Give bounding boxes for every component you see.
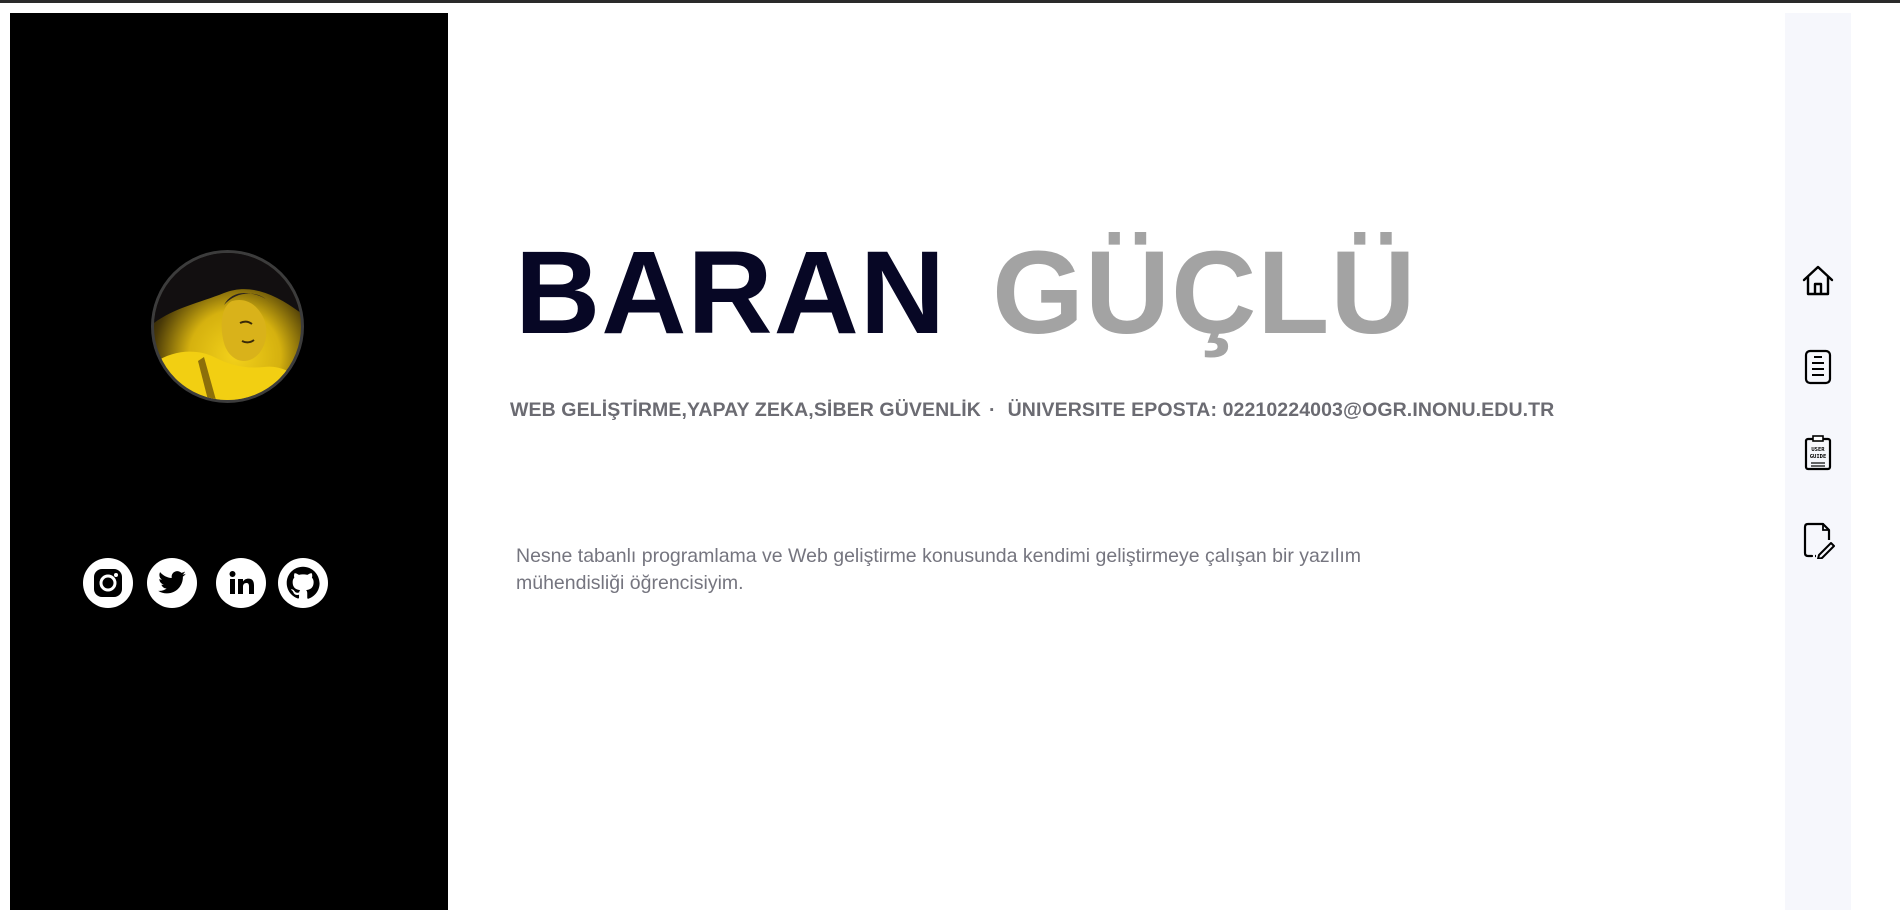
nav-home[interactable] [1798,261,1838,301]
github-icon [286,566,320,599]
nav-edit[interactable] [1798,520,1838,560]
user-guide-icon: USER GUIDE [1804,435,1832,471]
first-name: BARAN [515,227,947,359]
full-name: BARAN GÜÇLÜ [515,228,1417,358]
bio-text: Nesne tabanlı programlama ve Web gelişti… [516,545,1362,594]
tagline: WEB GELİŞTİRME,YAPAY ZEKA,SİBER GÜVENLİK… [510,399,1554,422]
avatar [151,250,304,403]
twitter-link[interactable] [147,558,197,608]
user-guide-line2: GUIDE [1810,454,1827,460]
twitter-icon [158,571,186,594]
instagram-icon [94,569,122,597]
home-icon [1802,265,1834,296]
linkedin-link[interactable] [216,558,266,608]
nav-user-guide[interactable]: USER GUIDE [1798,434,1838,474]
interests-text: WEB GELİŞTİRME,YAPAY ZEKA,SİBER GÜVENLİK [510,399,981,421]
edit-document-icon [1803,522,1835,559]
social-links [83,558,343,618]
instagram-link[interactable] [83,558,133,608]
profile-sidebar [10,13,448,910]
right-nav: USER GUIDE [1785,13,1851,910]
email-text: ÜNIVERSITE EPOSTA: 02210224003@OGR.INONU… [1007,399,1555,421]
document-icon [1804,349,1832,385]
linkedin-icon [229,571,254,594]
avatar-photo [154,253,301,400]
last-name: GÜÇLÜ [992,227,1417,359]
nav-resume[interactable] [1798,347,1838,387]
github-link[interactable] [278,558,328,608]
user-guide-line1: USER [1811,447,1825,453]
top-border [0,0,1900,3]
tagline-separator: · [989,399,996,421]
